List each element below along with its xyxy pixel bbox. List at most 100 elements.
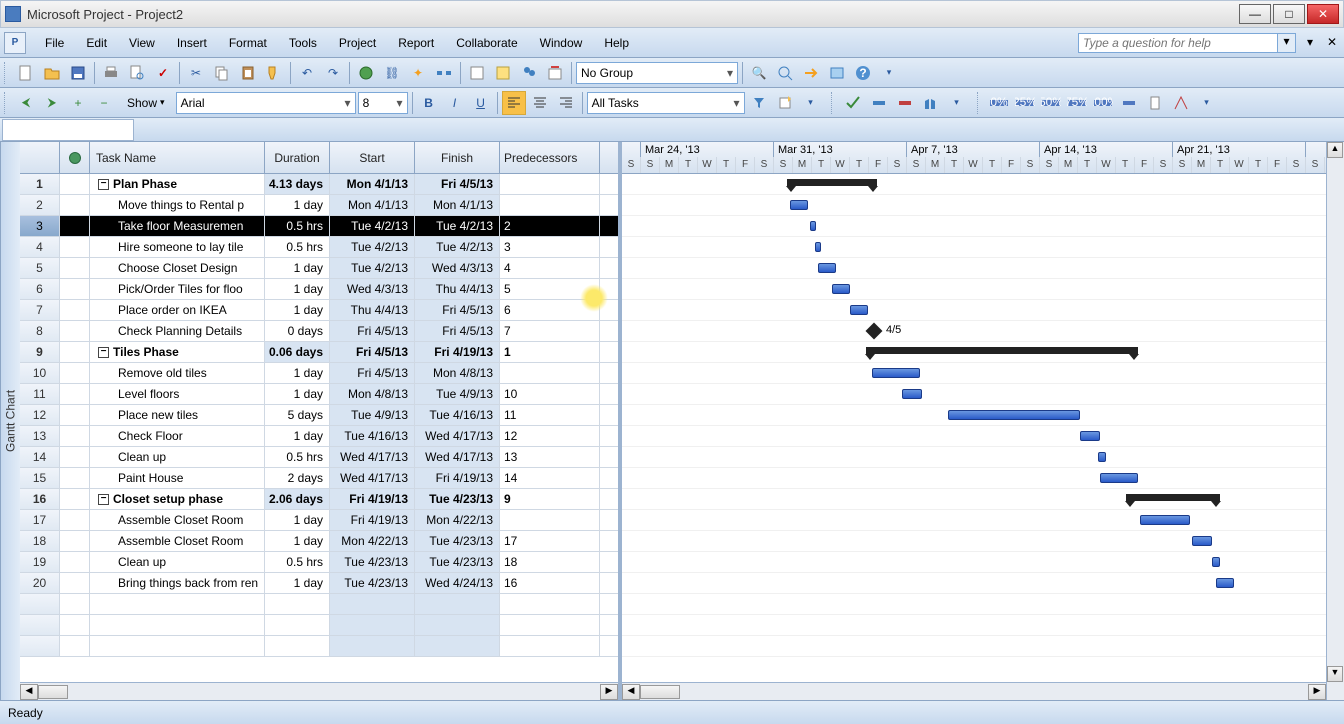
table-row[interactable]: 16−Closet setup phase2.06 daysFri 4/19/1… [20,489,618,510]
taskname-cell[interactable]: Clean up [90,552,265,572]
indicator-cell[interactable] [60,468,90,488]
row-number-cell[interactable]: 1 [20,174,60,194]
start-cell[interactable]: Tue 4/9/13 [330,405,415,425]
gantt-row[interactable] [622,342,1326,363]
predecessor-cell[interactable] [500,174,600,194]
start-cell[interactable]: Wed 4/17/13 [330,468,415,488]
indicator-cell[interactable] [60,447,90,467]
gantt-summary-bar[interactable] [1126,494,1220,501]
row-number-cell[interactable]: 14 [20,447,60,467]
menu-format[interactable]: Format [218,31,278,55]
assign-resources-button[interactable] [517,61,541,85]
taskname-cell[interactable]: Level floors [90,384,265,404]
pct-0-button[interactable]: 0% [987,91,1011,115]
close-document-button[interactable]: ✕ [1324,35,1340,51]
left-h-scrollbar[interactable]: ◀ ▶ [20,682,618,700]
row-number-cell[interactable]: 20 [20,573,60,593]
table-row[interactable]: 14Clean up0.5 hrsWed 4/17/13Wed 4/17/131… [20,447,618,468]
gantt-row[interactable] [622,195,1326,216]
gantt-timescale[interactable]: Mar 24, '13Mar 31, '13Apr 7, '13Apr 14, … [622,142,1326,174]
start-cell[interactable]: Mon 4/1/13 [330,195,415,215]
scroll-left-button[interactable]: ◀ [622,684,640,700]
predecessor-cell[interactable]: 13 [500,447,600,467]
resource-graph-button[interactable] [919,91,943,115]
start-cell[interactable]: Tue 4/23/13 [330,552,415,572]
gantt-task-bar[interactable] [1100,473,1138,483]
help-button[interactable]: ? [851,61,875,85]
row-number-cell[interactable]: 4 [20,237,60,257]
gantt-row[interactable] [622,510,1326,531]
table-row[interactable]: 19Clean up0.5 hrsTue 4/23/13Tue 4/23/131… [20,552,618,573]
toolbar-options-button[interactable]: ▾ [877,61,901,85]
collapse-button[interactable]: − [98,347,109,358]
finish-cell[interactable]: Fri 4/5/13 [415,321,500,341]
indicator-cell[interactable] [60,237,90,257]
gantt-task-bar[interactable] [832,284,850,294]
start-cell[interactable]: Tue 4/16/13 [330,426,415,446]
table-row[interactable]: 10Remove old tiles1 dayFri 4/5/13Mon 4/8… [20,363,618,384]
start-cell[interactable]: Tue 4/23/13 [330,573,415,593]
start-cell[interactable]: Mon 4/1/13 [330,174,415,194]
task-drivers-button[interactable] [867,91,891,115]
menu-tools[interactable]: Tools [278,31,328,55]
taskname-cell[interactable]: Pick/Order Tiles for floo [90,279,265,299]
table-row[interactable]: 8Check Planning Details0 daysFri 4/5/13F… [20,321,618,342]
italic-button[interactable]: I [443,91,467,115]
task-notes-button[interactable] [491,61,515,85]
font-size-combo[interactable]: 8▾ [358,92,408,114]
duration-cell[interactable]: 5 days [265,405,330,425]
align-center-button[interactable] [528,91,552,115]
table-row[interactable]: 15Paint House2 daysWed 4/17/13Fri 4/19/1… [20,468,618,489]
table-row[interactable]: 18Assemble Closet Room1 dayMon 4/22/13Tu… [20,531,618,552]
tracking-gantt-button[interactable] [841,91,865,115]
row-number-cell[interactable]: 10 [20,363,60,383]
finish-cell[interactable]: Fri 4/19/13 [415,468,500,488]
finish-cell[interactable]: Fri 4/19/13 [415,342,500,362]
gantt-row[interactable] [622,447,1326,468]
row-number-cell[interactable]: 3 [20,216,60,236]
indicator-cell[interactable] [60,195,90,215]
indent-button[interactable]: ⮞ [40,91,64,115]
duration-cell[interactable]: 0.5 hrs [265,552,330,572]
redo-button[interactable]: ↷ [321,61,345,85]
predecessor-cell[interactable]: 17 [500,531,600,551]
row-number-cell[interactable]: 7 [20,300,60,320]
gantt-summary-bar[interactable] [787,179,877,186]
duration-cell[interactable]: 1 day [265,195,330,215]
start-cell[interactable]: Mon 4/22/13 [330,531,415,551]
copy-button[interactable] [210,61,234,85]
indicator-cell[interactable] [60,300,90,320]
indicator-cell[interactable] [60,510,90,530]
finish-cell[interactable]: Wed 4/24/13 [415,573,500,593]
taskname-cell[interactable]: Check Floor [90,426,265,446]
finish-cell[interactable]: Tue 4/9/13 [415,384,500,404]
indicator-cell[interactable] [60,342,90,362]
gantt-row[interactable] [622,552,1326,573]
pct-50-button[interactable]: 50% [1039,91,1063,115]
help-dropdown-button[interactable]: ▾ [1278,33,1296,53]
cell-reference-box[interactable] [2,119,134,141]
taskname-cell[interactable]: −Closet setup phase [90,489,265,509]
toolbar-grip[interactable] [977,92,983,114]
indicator-cell[interactable] [60,216,90,236]
gantt-task-bar[interactable] [850,305,868,315]
duration-cell[interactable]: 0.5 hrs [265,447,330,467]
table-row[interactable] [20,615,618,636]
finish-cell[interactable]: Mon 4/8/13 [415,363,500,383]
table-row[interactable]: 20Bring things back from ren1 dayTue 4/2… [20,573,618,594]
duration-cell[interactable]: 0.5 hrs [265,237,330,257]
table-row[interactable]: 13Check Floor1 dayTue 4/16/13Wed 4/17/13… [20,426,618,447]
menu-edit[interactable]: Edit [75,31,118,55]
indicator-cell[interactable] [60,363,90,383]
gantt-task-bar[interactable] [790,200,808,210]
taskname-cell[interactable]: Assemble Closet Room [90,531,265,551]
predecessor-cell[interactable] [500,195,600,215]
start-cell[interactable]: Fri 4/5/13 [330,321,415,341]
finish-cell[interactable]: Mon 4/22/13 [415,510,500,530]
show-subtasks-button[interactable]: + [66,91,90,115]
scroll-left-button[interactable]: ◀ [20,684,38,700]
font-combo[interactable]: Arial▾ [176,92,356,114]
task-info-button[interactable] [465,61,489,85]
unlink-tasks-button[interactable]: ✦ [406,61,430,85]
gantt-task-bar[interactable] [1080,431,1100,441]
